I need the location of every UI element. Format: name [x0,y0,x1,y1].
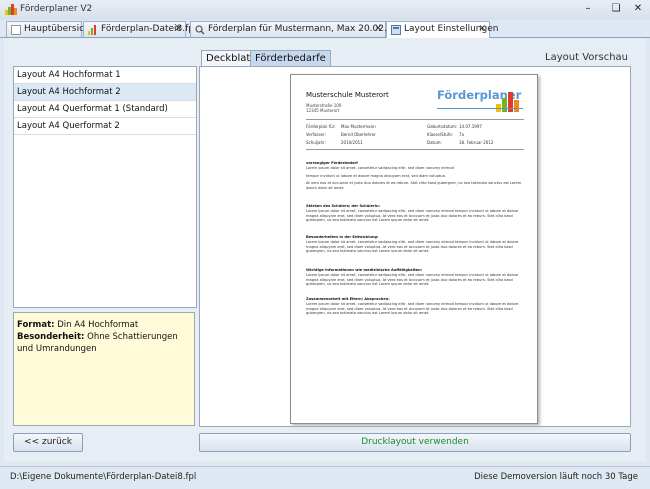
back-button[interactable]: << zurück [13,433,83,452]
meta-year-value: 2010/2011 [341,140,363,145]
meta-class-label: Klasse/Stufe: [427,132,454,137]
meta-author-label: Verfasser: [306,132,326,137]
status-bar: D:\Eigene Dokumente\Förderplan-Datei8.fp… [0,466,650,489]
search-icon [195,25,205,35]
meta-year-label: Schuljahr: [306,140,326,145]
section-text: Lorem ipsum dolor sit amet, consetetur s… [306,165,454,170]
tab-hauptuebersicht[interactable]: Hauptübersicht [6,21,93,37]
meta-class-value: 7a [459,132,464,137]
preview-section: vorrangiger Förderbedarf Lorem ipsum dol… [306,161,524,191]
demo-notice: Diese Demoversion läuft noch 30 Tage [474,472,638,482]
section-text: Lorem ipsum dolor sit amet, consetetur s… [306,272,519,287]
logo-underline [437,108,523,109]
school-address: Musterstraße 100 12345 Musterort [306,103,341,113]
school-name: Musterschule Musterort [306,91,389,99]
format-value: Din A4 Hochformat [57,320,139,330]
restore-icon[interactable]: ❏ [608,3,624,16]
meta-birth-value: 14.07.1997 [459,124,482,129]
layout-settings-panel: Layout A4 Hochformat 1 Layout A4 Hochfor… [4,38,646,462]
chart-icon [88,25,98,35]
section-text: Lorem ipsum dolor sit amet, consetetur s… [306,208,519,223]
meta-plan-value: Max Mustermann [341,124,376,129]
use-print-layout-button[interactable]: Drucklayout verwenden [199,433,631,452]
close-window-icon[interactable]: ✕ [630,3,646,16]
section-text: tempor invidunt ut labore et dolore magn… [306,173,446,178]
divider [306,119,524,120]
list-item[interactable]: Layout A4 Hochformat 1 [14,67,196,84]
file-path: D:\Eigene Dokumente\Förderplan-Datei8.fp… [10,472,197,482]
preview-section: Besonderheiten in der Entwicklung: Lorem… [306,235,524,254]
close-tab-icon[interactable]: ✕ [174,24,182,34]
section-text: At vero eos et accusam et justo duo dolo… [306,181,522,191]
preview-title: Layout Vorschau [545,52,628,63]
section-text: Lorem ipsum dolor sit amet, consetetur s… [306,301,519,316]
layout-settings-icon [391,25,401,35]
meta-birth-label: Geburtsdatum: [427,124,458,129]
preview-section: Zusammenarbeit mit Eltern/ Absprachen: L… [306,297,524,316]
section-text: Lorem ipsum dolor sit amet, consetetur s… [306,239,519,254]
minimize-icon[interactable]: – [580,3,596,16]
format-label: Format: [17,320,55,330]
title-bar: Förderplaner V2 – ❏ ✕ [0,0,650,20]
overview-icon [11,25,21,35]
window-title: Förderplaner V2 [20,4,93,14]
address-line: 12345 Musterort [306,108,340,113]
list-item[interactable]: Layout A4 Hochformat 2 [14,84,196,101]
app-logo-icon [5,4,17,15]
list-item[interactable]: Layout A4 Querformat 1 (Standard) [14,101,196,118]
document-tab-bar: Hauptübersicht Förderplan-Datei8.fpl ✕ F… [0,20,650,38]
tab-foerderbedarfe[interactable]: Förderbedarfe [250,50,331,66]
list-item[interactable]: Layout A4 Querformat 2 [14,118,196,135]
meta-date-value: 18. Februar 2012 [459,140,494,145]
close-tab-icon[interactable]: ✕ [478,24,486,34]
special-label: Besonderheit: [17,332,85,342]
tab-foerderplan-mustermann[interactable]: Förderplan für Mustermann, Max 20.02.201… [190,21,410,37]
meta-author-value: Bernd Oberlehrer [341,132,376,137]
layout-info-box: Format: Din A4 Hochformat Besonderheit: … [13,312,195,426]
layout-list[interactable]: Layout A4 Hochformat 1 Layout A4 Hochfor… [13,66,197,308]
preview-page: Musterschule Musterort Musterstraße 100 … [290,74,538,424]
tab-label: Förderplan-Datei8.fpl [101,24,197,34]
divider [306,149,524,150]
tab-foerderplan-datei[interactable]: Förderplan-Datei8.fpl ✕ [83,21,197,37]
preview-area: Musterschule Musterort Musterstraße 100 … [199,66,631,427]
close-tab-icon[interactable]: ✕ [374,24,382,34]
preview-section: Stärken des Schülers/ der Schülerin: Lor… [306,204,524,223]
meta-plan-label: Förderplan für: [306,124,336,129]
tab-layout-einstellungen[interactable]: Layout Einstellungen ✕ [386,21,498,38]
preview-section: Wichtige Informationen wie medizinische … [306,268,524,287]
meta-date-label: Datum: [427,140,442,145]
